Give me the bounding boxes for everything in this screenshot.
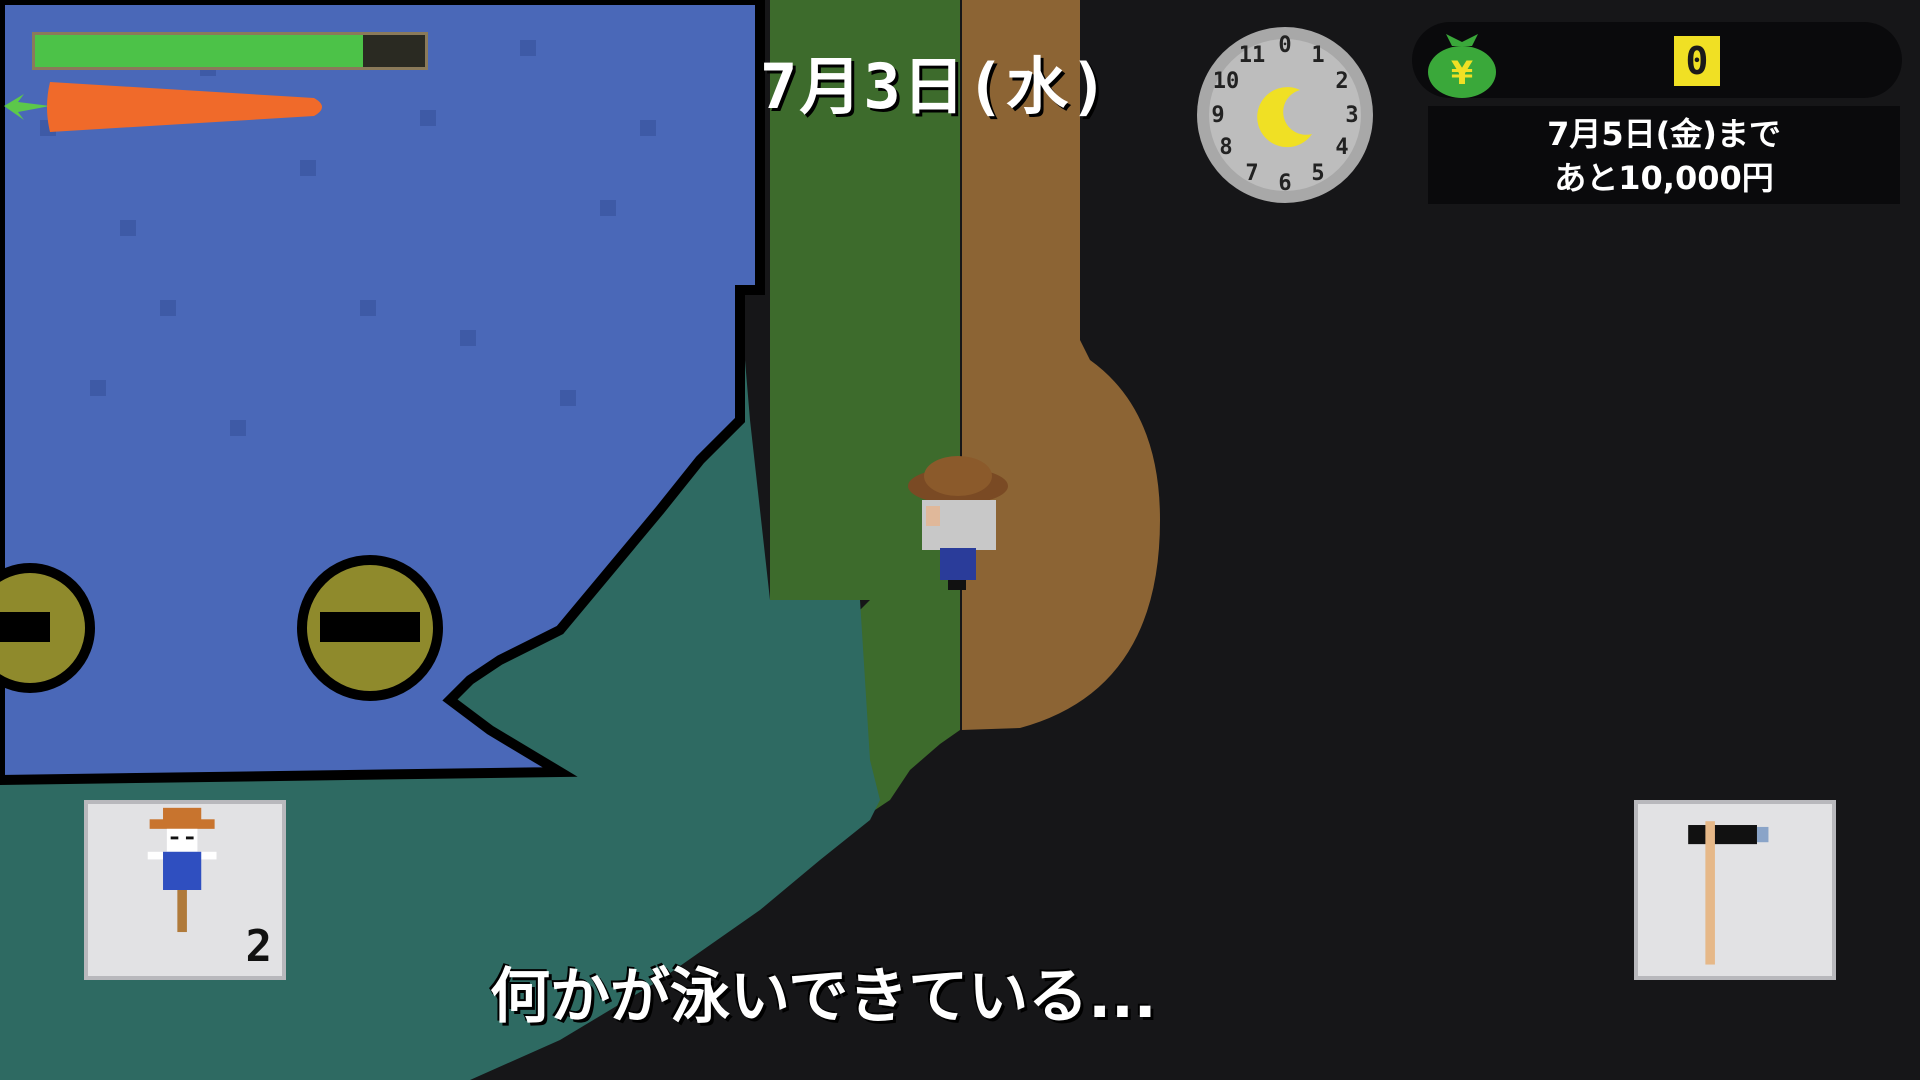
monster-eye-left: [0, 563, 95, 693]
clock-icon: 0 1 2 3 4 5 6 7 8 9 10 11: [1197, 27, 1373, 203]
clock-number: 5: [1311, 161, 1324, 186]
item-slot-right[interactable]: [1634, 800, 1836, 980]
clock-number: 9: [1211, 103, 1224, 128]
clock-number: 6: [1278, 171, 1291, 196]
deadline-date: 7月5日(金)まで: [1547, 115, 1781, 153]
clock-number: 1: [1311, 43, 1324, 68]
clock-number: 10: [1213, 69, 1240, 94]
monster-eye-right: [297, 555, 443, 701]
clock-number: 4: [1335, 135, 1348, 160]
clock-number: 2: [1335, 69, 1348, 94]
clock-number: 7: [1245, 161, 1258, 186]
message-text: 何かが泳いできている...: [490, 962, 1157, 1032]
item-slot-left[interactable]: 2: [84, 800, 286, 980]
hoe-icon: [1688, 821, 1769, 965]
clock-number: 0: [1278, 33, 1291, 58]
health-fill: [35, 35, 363, 67]
clock-number: 11: [1239, 43, 1266, 68]
item-count: 2: [245, 921, 273, 972]
clock-number: 3: [1345, 103, 1358, 128]
clock-number: 8: [1219, 135, 1232, 160]
money-amount: 0: [1674, 36, 1720, 86]
money-bag-icon: ¥: [1428, 34, 1496, 98]
health-bar: [32, 32, 428, 70]
date-display: 7月3日(水): [760, 50, 1110, 123]
yen-symbol: ¥: [1451, 54, 1473, 92]
carrot-icon: [4, 82, 322, 132]
deadline-box: 7月5日(金)まで あと10,000円: [1428, 106, 1900, 204]
deadline-amount: あと10,000円: [1554, 159, 1774, 197]
